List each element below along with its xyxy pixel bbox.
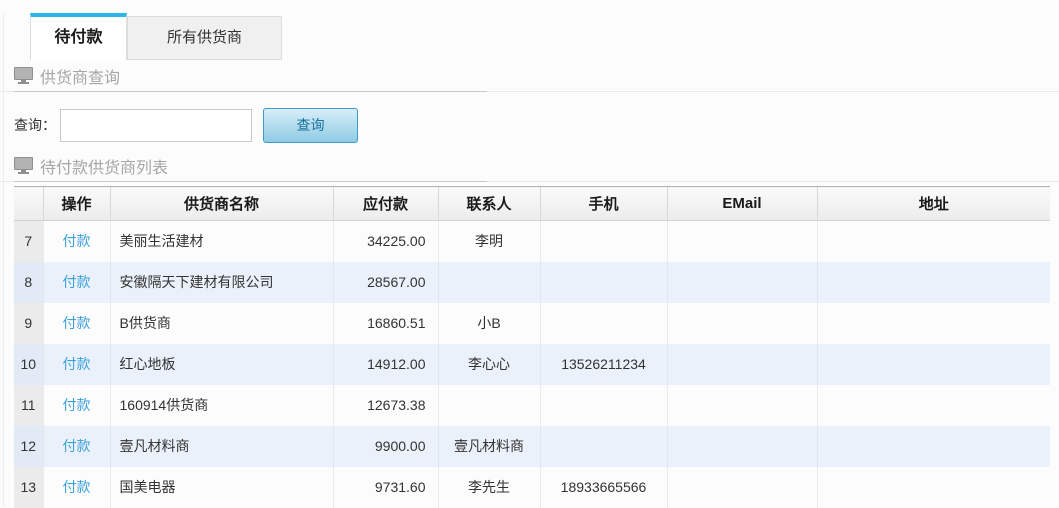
address-cell (817, 221, 1050, 262)
table-row: 13付款国美电器9731.60李先生18933665566 (14, 467, 1050, 508)
supplier-table-body: 7付款美丽生活建材34225.00李明8付款安徽隔天下建材有限公司28567.0… (14, 221, 1050, 508)
tab-all-suppliers[interactable]: 所有供货商 (127, 16, 282, 60)
pay-link[interactable]: 付款 (63, 356, 91, 372)
contact-cell: 小B (438, 303, 540, 344)
tab-bar: 待付款 所有供货商 (30, 13, 1059, 60)
contact-cell: 李先生 (438, 467, 540, 508)
contact-cell: 李心心 (438, 344, 540, 385)
email-cell (667, 426, 817, 467)
action-cell: 付款 (43, 344, 110, 385)
email-cell (667, 303, 817, 344)
tab-pending-payment[interactable]: 待付款 (30, 13, 127, 60)
mobile-cell: 13526211234 (540, 344, 667, 385)
row-number-cell: 8 (14, 262, 43, 303)
address-cell (817, 344, 1050, 385)
row-number-cell: 7 (14, 221, 43, 262)
address-cell (817, 426, 1050, 467)
action-cell: 付款 (43, 303, 110, 344)
contact-cell (438, 262, 540, 303)
pay-link[interactable]: 付款 (63, 233, 91, 249)
contact-cell (438, 385, 540, 426)
amount-cell: 28567.00 (333, 262, 438, 303)
list-section-title: 待付款供货商列表 (40, 154, 168, 178)
amount-cell: 12673.38 (333, 385, 438, 426)
mobile-cell (540, 221, 667, 262)
address-cell (817, 467, 1050, 508)
table-row: 8 付款 安徽隔天下建材有限公司28567.00 (14, 262, 1050, 303)
action-cell: 付款 (43, 221, 110, 262)
email-cell (667, 467, 817, 508)
table-row: 12 付款 壹凡材料商9900.00壹凡材料商 (14, 426, 1050, 467)
address-cell (817, 385, 1050, 426)
col-header-contact: 联系人 (438, 187, 540, 221)
supplier-table: 操作 供货商名称 应付款 联系人 手机 EMail 地址 7 付款 美丽生活建材34… (14, 186, 1050, 508)
email-cell (667, 221, 817, 262)
email-cell (667, 385, 817, 426)
amount-cell: 14912.00 (333, 344, 438, 385)
monitor-icon (14, 67, 33, 84)
col-header-address: 地址 (817, 187, 1050, 221)
supplier-name-cell: 安徽隔天下建材有限公司 (110, 262, 333, 303)
pay-link[interactable]: 付款 (63, 315, 91, 331)
col-header-email: EMail (667, 187, 817, 221)
action-cell: 付款 (43, 467, 110, 508)
row-number-cell: 10 (14, 344, 43, 385)
query-button[interactable]: 查询 (263, 108, 358, 143)
email-cell (667, 262, 817, 303)
table-row: 10 付款 红心地板14912.00李心心13526211234 (14, 344, 1050, 385)
monitor-icon (14, 157, 33, 174)
supplier-name-cell: 美丽生活建材 (110, 221, 333, 262)
table-row: 7 付款 美丽生活建材34225.00李明 (14, 221, 1050, 262)
address-cell (817, 303, 1050, 344)
amount-cell: 34225.00 (333, 221, 438, 262)
table-row: 11 付款 160914供货商12673.38 (14, 385, 1050, 426)
table-row: 9 付款 B供货商16860.51小B (14, 303, 1050, 344)
action-cell: 付款 (43, 262, 110, 303)
amount-cell: 9900.00 (333, 426, 438, 467)
mobile-cell: 18933665566 (540, 467, 667, 508)
row-number-cell: 9 (14, 303, 43, 344)
pay-link[interactable]: 付款 (63, 438, 91, 454)
query-label: 查询： (14, 115, 56, 135)
supplier-name-cell: 红心地板 (110, 344, 333, 385)
supplier-name-cell: B供货商 (110, 303, 333, 344)
row-number-cell: 11 (14, 385, 43, 426)
pay-link[interactable]: 付款 (63, 397, 91, 413)
supplier-name-cell: 160914供货商 (110, 385, 333, 426)
col-header-operation: 操作 (43, 187, 110, 221)
email-cell (667, 344, 817, 385)
query-input[interactable] (60, 109, 252, 142)
mobile-cell (540, 426, 667, 467)
action-cell: 付款 (43, 385, 110, 426)
action-cell: 付款 (43, 426, 110, 467)
col-header-rownum (14, 187, 43, 221)
col-header-supplier-name: 供货商名称 (110, 187, 333, 221)
list-section-header: 待付款供货商列表 (0, 150, 1059, 182)
row-number-cell: 12 (14, 426, 43, 467)
query-row: 查询： 查询 (0, 92, 1059, 150)
pay-link[interactable]: 付款 (63, 274, 91, 290)
supplier-name-cell: 壹凡材料商 (110, 426, 333, 467)
mobile-cell (540, 385, 667, 426)
mobile-cell (540, 262, 667, 303)
table-header-row: 操作 供货商名称 应付款 联系人 手机 EMail 地址 (14, 187, 1050, 221)
amount-cell: 16860.51 (333, 303, 438, 344)
mobile-cell (540, 303, 667, 344)
contact-cell: 壹凡材料商 (438, 426, 540, 467)
address-cell (817, 262, 1050, 303)
amount-cell: 9731.60 (333, 467, 438, 508)
col-header-mobile: 手机 (540, 187, 667, 221)
row-number-cell: 13 (14, 467, 43, 508)
col-header-amount-payable: 应付款 (333, 187, 438, 221)
query-section-title: 供货商查询 (40, 64, 120, 88)
query-section-header: 供货商查询 (0, 60, 1059, 92)
contact-cell: 李明 (438, 221, 540, 262)
supplier-name-cell: 国美电器 (110, 467, 333, 508)
